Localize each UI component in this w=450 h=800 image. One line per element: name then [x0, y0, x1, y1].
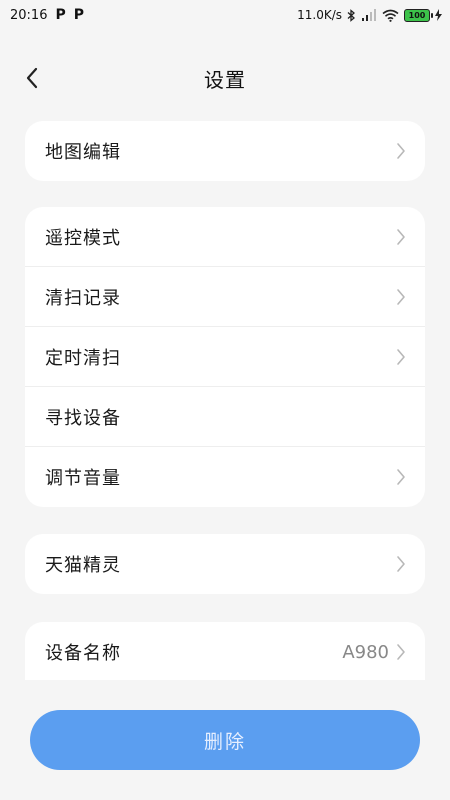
setting-row-right: A980	[342, 642, 407, 663]
back-button[interactable]	[14, 60, 50, 96]
wifi-icon	[382, 9, 399, 22]
setting-row-label: 地图编辑	[45, 142, 121, 163]
bluetooth-icon	[347, 8, 355, 22]
setting-row-find-device[interactable]: 寻找设备	[25, 387, 425, 447]
setting-row-device-name[interactable]: 设备名称 A980	[25, 622, 425, 680]
status-left: 20:16 P P	[10, 8, 84, 23]
settings-screen: 20:16 P P 11.0K/s 100 设置 地图编辑 遥控模式 清扫记录 …	[0, 0, 450, 800]
device-name-value: A980	[342, 641, 389, 663]
setting-row-remote-control[interactable]: 遥控模式	[25, 207, 425, 267]
settings-group: 遥控模式 清扫记录 定时清扫 寻找设备 调节音量	[25, 207, 425, 507]
status-time: 20:16	[10, 7, 48, 23]
setting-row-scheduled-cleaning[interactable]: 定时清扫	[25, 327, 425, 387]
battery-icon: 100	[404, 8, 433, 22]
app-notification-icon: P	[73, 7, 84, 23]
settings-group: 设备名称 A980	[25, 622, 425, 680]
chevron-right-icon	[397, 556, 405, 572]
app-notification-icon: P	[55, 7, 66, 23]
header: 设置	[0, 56, 450, 100]
settings-group: 地图编辑	[25, 121, 425, 181]
settings-group: 天猫精灵	[25, 534, 425, 594]
delete-button[interactable]: 删除	[30, 710, 420, 770]
setting-row-label: 清扫记录	[45, 287, 121, 309]
chevron-right-icon	[397, 228, 405, 245]
chevron-left-icon	[26, 67, 38, 89]
setting-row-label: 设备名称	[45, 643, 121, 664]
signal-icon	[362, 9, 376, 21]
chevron-right-icon	[397, 348, 405, 365]
chevron-right-icon	[397, 644, 405, 660]
chevron-right-icon	[397, 288, 405, 305]
bottom-action-area: 删除	[0, 680, 450, 800]
setting-row-tmall-genie[interactable]: 天猫精灵	[25, 534, 425, 594]
status-right: 11.0K/s 100	[297, 8, 442, 22]
network-speed: 11.0K/s	[297, 8, 342, 22]
charging-icon	[435, 9, 442, 21]
setting-row-cleaning-records[interactable]: 清扫记录	[25, 267, 425, 327]
setting-row-label: 遥控模式	[45, 227, 121, 249]
page-title: 设置	[204, 67, 246, 92]
setting-row-map-edit[interactable]: 地图编辑	[25, 121, 425, 181]
chevron-right-icon	[397, 469, 405, 485]
setting-row-label: 定时清扫	[45, 347, 121, 369]
setting-row-volume[interactable]: 调节音量	[25, 447, 425, 507]
chevron-right-icon	[397, 143, 405, 159]
setting-row-label: 天猫精灵	[45, 555, 121, 576]
status-bar: 20:16 P P 11.0K/s 100	[0, 0, 450, 30]
setting-row-label: 寻找设备	[45, 407, 121, 429]
setting-row-label: 调节音量	[45, 468, 121, 489]
